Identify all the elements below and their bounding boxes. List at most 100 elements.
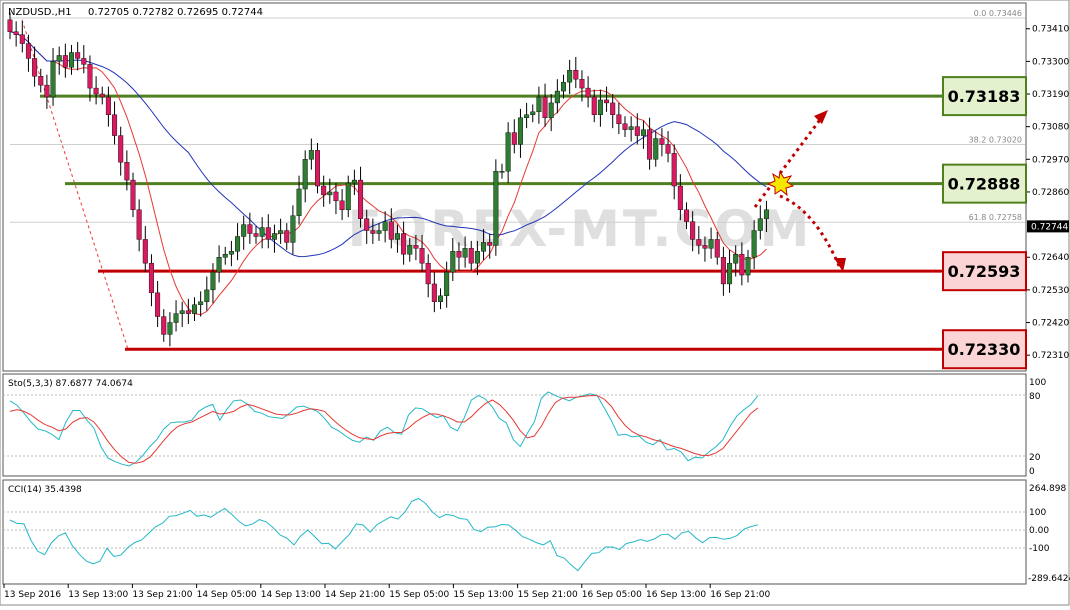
candle-body bbox=[763, 209, 769, 219]
candle-body bbox=[548, 102, 554, 118]
candle-body bbox=[474, 251, 480, 264]
candle-body bbox=[155, 292, 161, 317]
time-tick-label: 15 Sep 21:00 bbox=[518, 590, 578, 600]
price-tick-label: 0.72860 bbox=[1032, 188, 1069, 198]
fib-label: 38.2 0.73020 bbox=[969, 135, 1022, 144]
time-tick-label: 14 Sep 13:00 bbox=[261, 590, 321, 600]
candle-body bbox=[745, 257, 751, 276]
cci-tick-minus100: -100 bbox=[1029, 544, 1050, 554]
candle-body bbox=[591, 96, 597, 115]
candle-body bbox=[530, 111, 536, 115]
candle-body bbox=[702, 245, 708, 249]
candle-body bbox=[727, 262, 733, 285]
candle-body bbox=[647, 129, 653, 160]
symbol-label: NZDUSD.,H1 bbox=[8, 7, 72, 18]
candle-body bbox=[450, 251, 456, 273]
level-label: 0.72888 bbox=[948, 175, 1021, 194]
candle-body bbox=[431, 283, 437, 302]
candle-body bbox=[720, 257, 726, 285]
candle-body bbox=[112, 114, 118, 136]
candle-body bbox=[271, 233, 277, 240]
candle-body bbox=[634, 126, 640, 136]
time-tick-label: 16 Sep 05:00 bbox=[582, 590, 642, 600]
candle-body bbox=[517, 117, 523, 145]
candle-body bbox=[542, 96, 548, 118]
stoch-tick-100: 100 bbox=[1029, 378, 1046, 388]
candle-body bbox=[118, 135, 124, 163]
forex-chart[interactable]: FOREX-MT.COM 0.0 0.73446 38.2 0.73020 61.8… bbox=[0, 0, 1070, 606]
candle-body bbox=[179, 310, 185, 314]
candle-body bbox=[733, 254, 739, 264]
candle-body bbox=[148, 262, 154, 294]
stoch-tick-0: 0 bbox=[1029, 467, 1035, 477]
cci-tick-100: 100 bbox=[1029, 508, 1046, 518]
stochastic-label: Sto(5,3,3) 87.6877 74.0674 bbox=[8, 379, 133, 389]
candle-body bbox=[50, 61, 56, 98]
candle-body bbox=[505, 132, 511, 172]
candle-body bbox=[739, 254, 745, 276]
candle-body bbox=[481, 242, 487, 252]
candle-body bbox=[425, 262, 431, 285]
candle-body bbox=[99, 93, 105, 98]
price-tick-label: 0.73190 bbox=[1032, 90, 1069, 100]
candle-body bbox=[358, 179, 364, 219]
candle-body bbox=[690, 221, 696, 240]
candle-body bbox=[259, 227, 265, 237]
candle-body bbox=[284, 230, 290, 243]
candle-body bbox=[597, 99, 603, 115]
candle-body bbox=[536, 96, 542, 113]
candle-body bbox=[198, 301, 204, 305]
candle-body bbox=[684, 209, 690, 222]
ohlc-readout: 0.72705 0.72782 0.72695 0.72744 bbox=[88, 7, 263, 18]
candle-body bbox=[419, 248, 425, 264]
time-tick-label: 14 Sep 21:00 bbox=[325, 590, 385, 600]
candle-body bbox=[93, 87, 99, 95]
price-tick-label: 0.73300 bbox=[1032, 57, 1069, 67]
candle-body bbox=[382, 221, 388, 231]
candle-body bbox=[456, 251, 462, 258]
candle-body bbox=[327, 191, 333, 196]
candle-body bbox=[401, 233, 407, 255]
candle-body bbox=[75, 52, 81, 59]
cci-tick-0: 0.00 bbox=[1029, 526, 1049, 536]
candle-body bbox=[585, 87, 591, 98]
candle-body bbox=[235, 236, 241, 252]
candle-body bbox=[407, 245, 413, 255]
candle-body bbox=[25, 43, 31, 59]
candle-body bbox=[468, 248, 474, 264]
candle-body bbox=[708, 239, 714, 249]
price-tick-label: 0.73080 bbox=[1032, 123, 1069, 133]
time-tick-label: 13 Sep 21:00 bbox=[132, 590, 192, 600]
candle-body bbox=[438, 295, 444, 302]
stochastic-panel[interactable] bbox=[2, 373, 1027, 477]
candle-body bbox=[216, 257, 222, 273]
candle-body bbox=[265, 227, 271, 240]
candle-body bbox=[622, 123, 628, 130]
level-label: 0.73183 bbox=[948, 87, 1021, 106]
candle-body bbox=[7, 19, 13, 32]
candle-body bbox=[493, 170, 499, 246]
candle-body bbox=[671, 153, 677, 187]
candle-body bbox=[511, 132, 517, 145]
candle-body bbox=[161, 316, 167, 335]
candle-body bbox=[62, 55, 68, 68]
candle-body bbox=[462, 248, 468, 258]
cci-tick-min: -289.6424 bbox=[1028, 574, 1070, 584]
candle-body bbox=[124, 162, 130, 181]
candle-body bbox=[499, 170, 505, 173]
stoch-tick-80: 80 bbox=[1029, 392, 1041, 402]
candle-body bbox=[210, 271, 216, 291]
candle-body bbox=[573, 70, 579, 80]
candle-body bbox=[604, 99, 610, 104]
candle-body bbox=[339, 200, 345, 210]
candle-body bbox=[364, 218, 370, 231]
candle-body bbox=[616, 114, 622, 124]
candle-body bbox=[524, 114, 530, 118]
price-tick-label: 0.72640 bbox=[1032, 253, 1069, 263]
price-tick-label: 0.72970 bbox=[1032, 155, 1069, 165]
candle-body bbox=[487, 242, 493, 246]
candle-body bbox=[56, 55, 62, 62]
watermark: FOREX-MT.COM bbox=[348, 200, 813, 258]
cci-panel[interactable] bbox=[2, 479, 1027, 585]
candle-body bbox=[87, 64, 93, 89]
